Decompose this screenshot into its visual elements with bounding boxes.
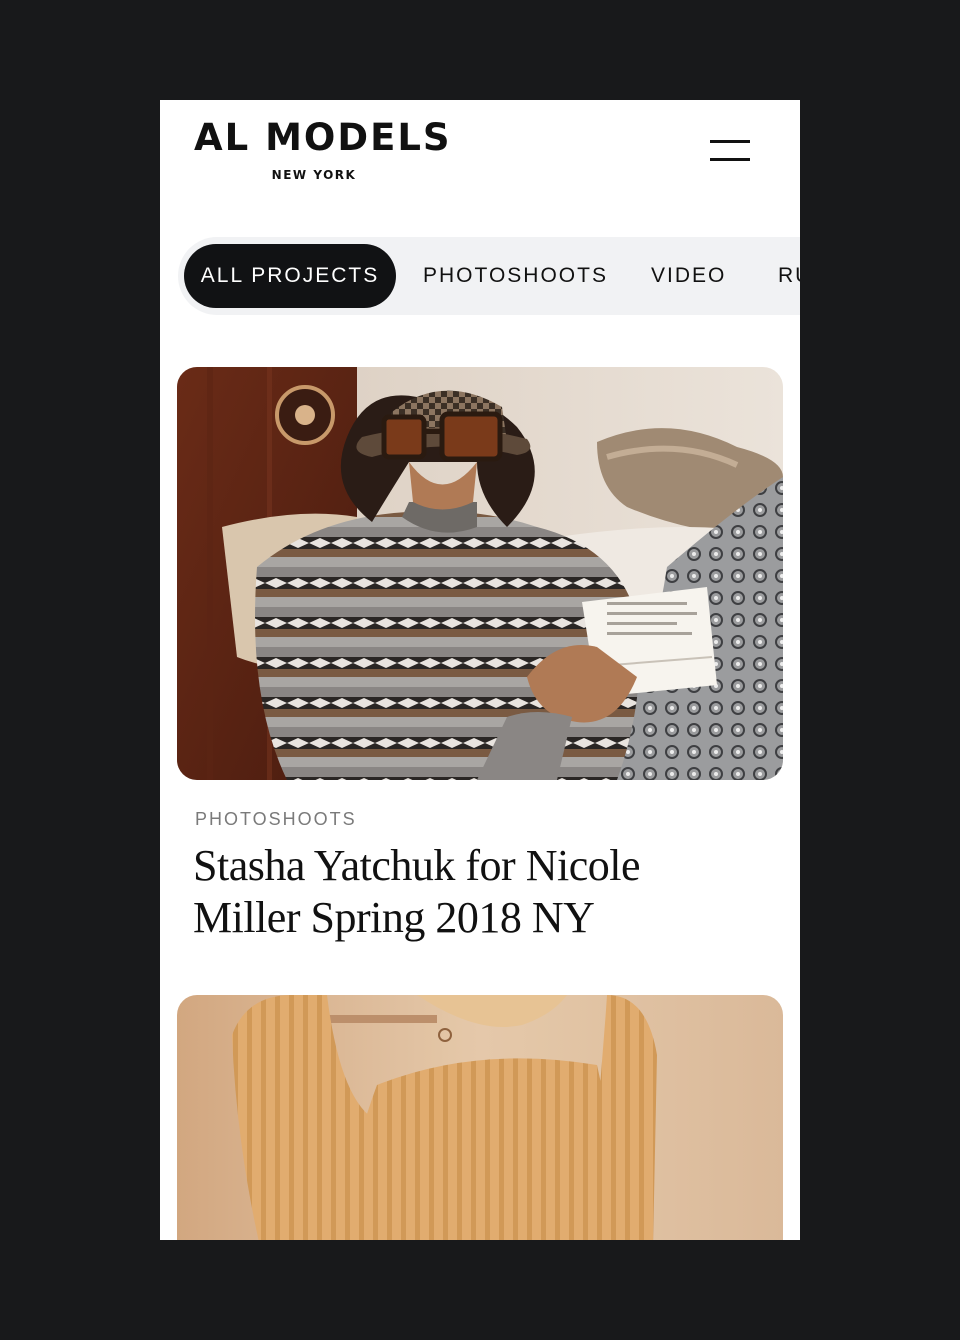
project-title[interactable]: Stasha Yatchuk for Nicole Miller Spring … (193, 840, 713, 944)
model-in-knit-sweater-photo (177, 367, 783, 780)
mobile-page: AL MODELS NEW YORK ALL PROJECTS PHOTOSHO… (160, 100, 800, 1240)
menu-line (710, 158, 750, 161)
brand-logo[interactable]: AL MODELS NEW YORK (194, 116, 452, 182)
model-in-peach-sweater-photo (177, 995, 783, 1240)
project-category: PHOTOSHOOTS (195, 809, 357, 829)
filter-all-projects[interactable]: ALL PROJECTS (184, 244, 396, 308)
filter-photoshoots[interactable]: PHOTOSHOOTS (423, 244, 608, 308)
brand-location: NEW YORK (271, 168, 357, 182)
project-image-model-in-knit-sweater[interactable] (177, 367, 783, 780)
menu-line (710, 140, 750, 143)
filter-runway[interactable]: RU (778, 244, 800, 308)
project-filter-bar: ALL PROJECTS PHOTOSHOOTS VIDEO RU (178, 237, 800, 315)
brand-name: AL MODELS (194, 116, 452, 159)
project-image-model-in-peach-sweater[interactable] (177, 995, 783, 1240)
filter-video[interactable]: VIDEO (651, 244, 726, 308)
hamburger-menu-icon[interactable] (706, 136, 752, 168)
site-header: AL MODELS NEW YORK (160, 100, 800, 220)
